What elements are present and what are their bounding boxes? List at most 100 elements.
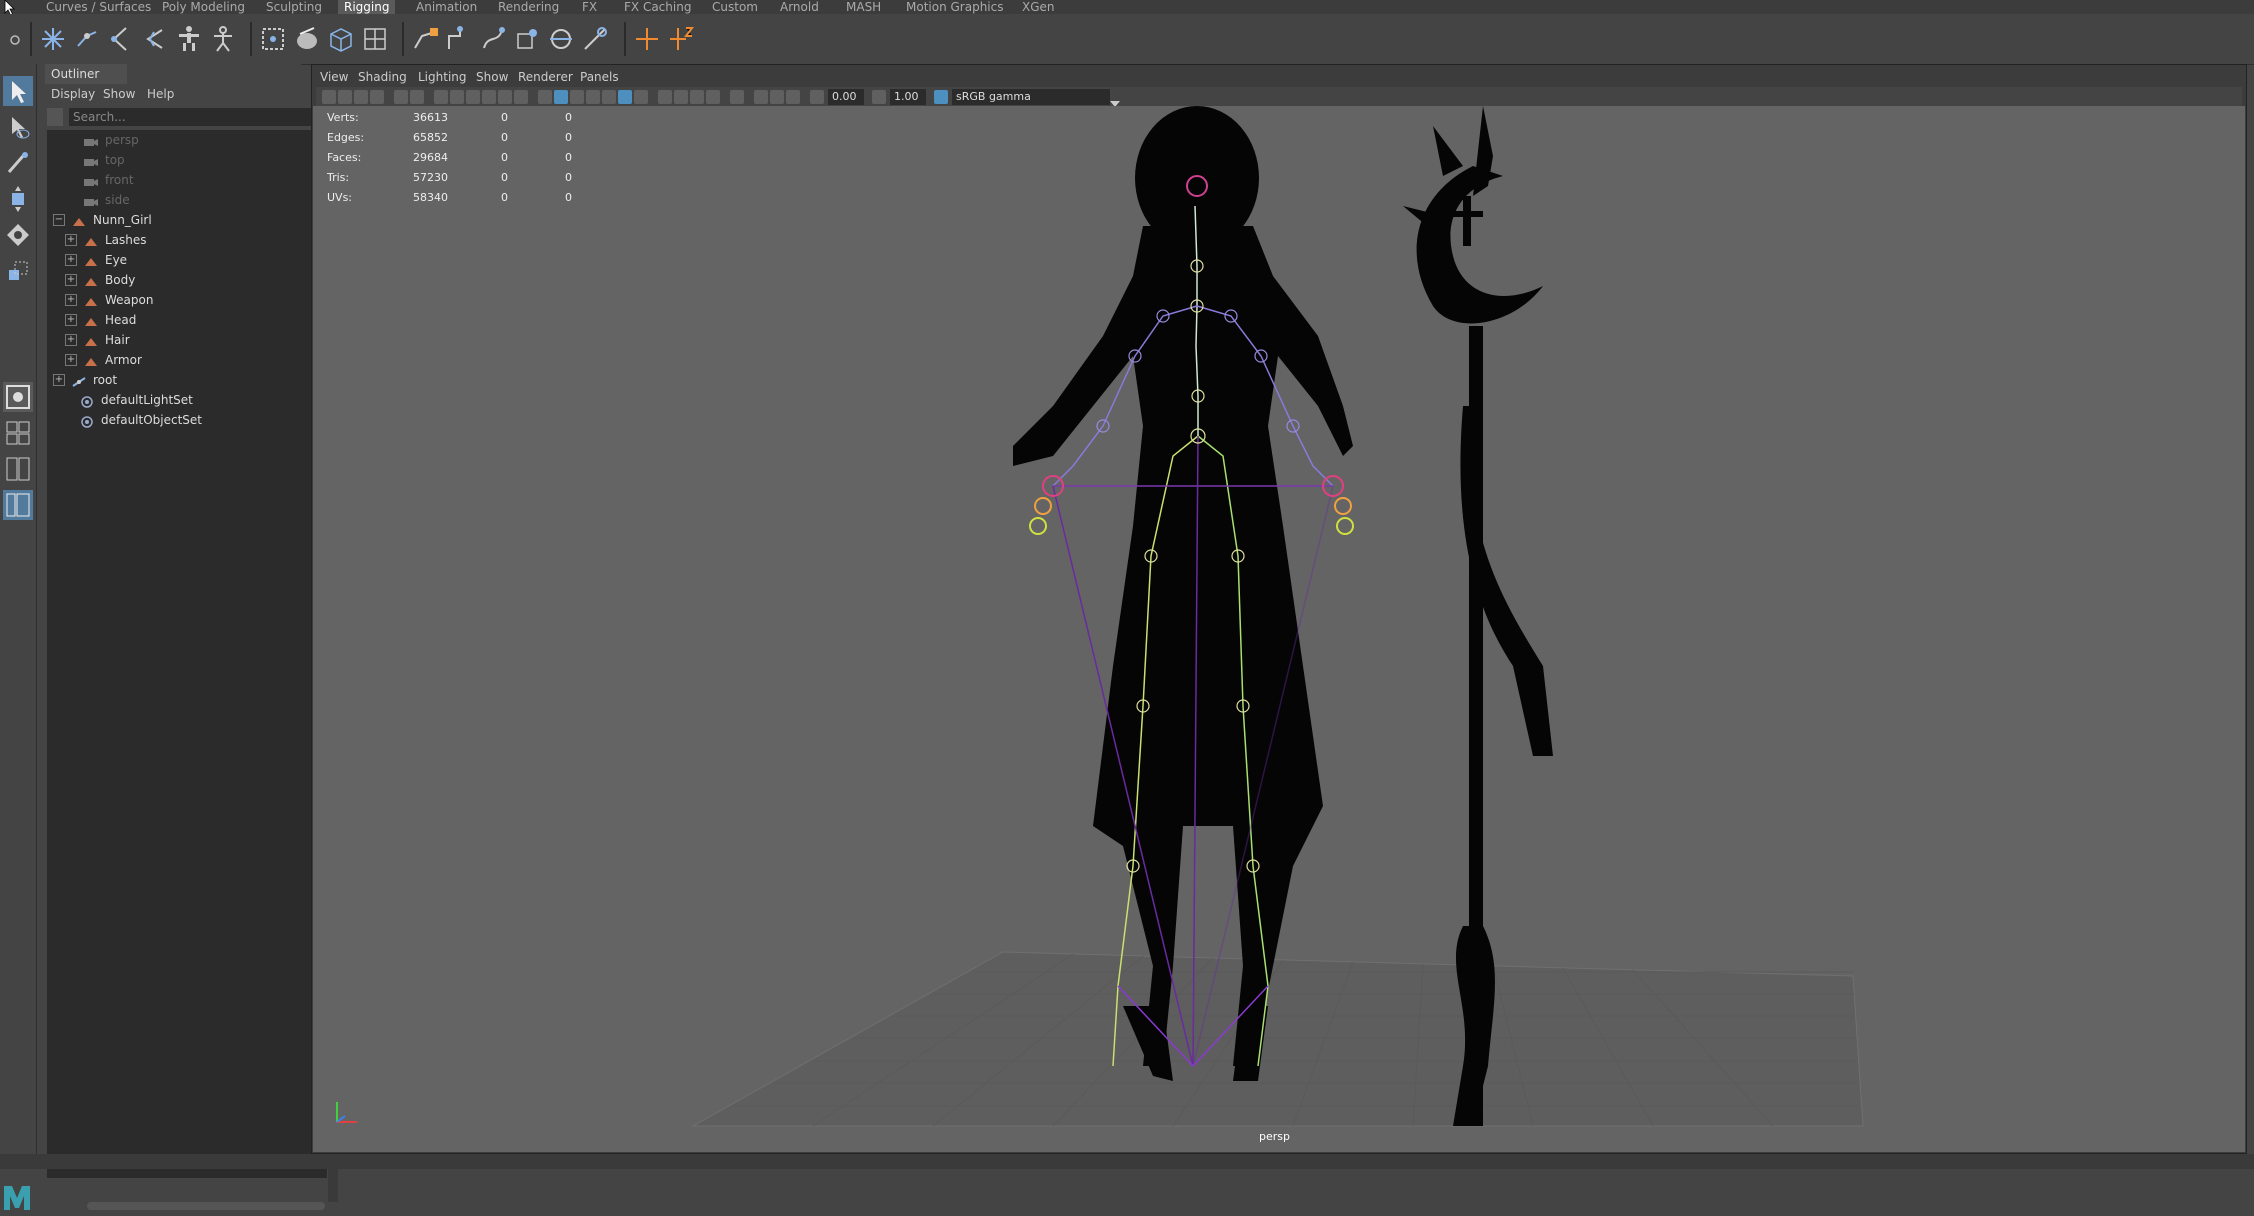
list-item[interactable]: + Weapon <box>65 290 153 310</box>
locator-icon[interactable] <box>632 24 662 54</box>
ik-handle-icon[interactable] <box>410 24 440 54</box>
grease-pencil-icon[interactable] <box>410 90 424 104</box>
viewport-menu-shading[interactable]: Shading <box>358 67 407 87</box>
parent-constraint-icon[interactable] <box>478 24 508 54</box>
mirror-joint-icon[interactable] <box>106 24 136 54</box>
outliner-horizontal-scrollbar[interactable] <box>87 1202 325 1210</box>
film-gate-icon[interactable] <box>450 90 464 104</box>
scale-tool-icon[interactable] <box>3 256 33 286</box>
viewport-menu-renderer[interactable]: Renderer <box>518 67 573 87</box>
expand-icon[interactable]: + <box>65 354 77 366</box>
list-item[interactable]: defaultLightSet <box>79 390 193 410</box>
create-joints-icon[interactable] <box>38 24 68 54</box>
paint-select-icon[interactable] <box>3 148 33 178</box>
shelf-tab-poly-modeling[interactable]: Poly Modeling <box>156 0 251 14</box>
textured-icon[interactable] <box>602 90 616 104</box>
default-material-icon[interactable] <box>570 90 584 104</box>
list-item[interactable]: + Body <box>65 270 135 290</box>
resolution-gate-icon[interactable] <box>466 90 480 104</box>
shadows-icon[interactable] <box>634 90 648 104</box>
safe-action-icon[interactable] <box>514 90 528 104</box>
outliner-menu-display[interactable]: Display <box>51 84 95 104</box>
field-chart-icon[interactable] <box>498 90 512 104</box>
smooth-shade-icon[interactable] <box>554 90 568 104</box>
two-d-pan-zoom-icon[interactable] <box>394 90 408 104</box>
color-management-icon[interactable] <box>934 90 948 104</box>
bind-skin-icon[interactable] <box>258 24 288 54</box>
shelf-tab-fx-caching[interactable]: FX Caching <box>618 0 697 14</box>
bookmark-icon[interactable] <box>354 90 368 104</box>
quick-rig-icon[interactable] <box>174 24 204 54</box>
expand-icon[interactable]: + <box>65 234 77 246</box>
wireframe-on-shaded-icon[interactable] <box>586 90 600 104</box>
color-space-chevron-down-icon[interactable] <box>1110 93 1120 107</box>
shelf-tab-fx[interactable]: FX <box>576 0 603 14</box>
shelf-tab-animation[interactable]: Animation <box>410 0 483 14</box>
exposure-icon[interactable] <box>810 90 824 104</box>
expand-icon[interactable]: + <box>65 274 77 286</box>
select-tool-icon[interactable] <box>3 76 33 106</box>
exposure-field[interactable]: 0.00 <box>828 89 864 105</box>
list-item[interactable]: + Armor <box>65 350 142 370</box>
list-item[interactable]: + Hair <box>65 330 130 350</box>
outliner-title[interactable]: Outliner <box>45 64 127 84</box>
screen-space-ao-icon[interactable] <box>658 90 672 104</box>
orient-constraint-icon[interactable] <box>546 24 576 54</box>
shelf-tab-arnold[interactable]: Arnold <box>774 0 825 14</box>
gamma-icon[interactable] <box>872 90 886 104</box>
lasso-tool-icon[interactable] <box>3 112 33 142</box>
cluster-icon[interactable] <box>360 24 390 54</box>
viewport-menu-view[interactable]: View <box>320 67 348 87</box>
list-item[interactable]: + Head <box>65 310 136 330</box>
shelf-tab-sculpting[interactable]: Sculpting <box>260 0 328 14</box>
expand-icon[interactable]: + <box>65 334 77 346</box>
list-item[interactable]: front <box>83 170 134 190</box>
list-item[interactable]: defaultObjectSet <box>79 410 202 430</box>
collapse-icon[interactable]: − <box>53 214 65 226</box>
single-view-layout-icon[interactable] <box>3 382 33 412</box>
expand-icon[interactable]: + <box>65 294 77 306</box>
aim-constraint-icon[interactable] <box>580 24 610 54</box>
time-slider-strip[interactable] <box>0 1154 2254 1169</box>
expand-icon[interactable]: + <box>65 254 77 266</box>
viewport-menu-panels[interactable]: Panels <box>580 67 619 87</box>
list-item[interactable]: + root <box>53 370 117 390</box>
ik-spline-icon[interactable] <box>444 24 474 54</box>
camera-attributes-icon[interactable] <box>338 90 352 104</box>
xray-joints-icon[interactable] <box>786 90 800 104</box>
isolate-select-icon[interactable] <box>730 90 744 104</box>
shelf-tab-xgen[interactable]: XGen <box>1016 0 1061 14</box>
anti-aliasing-icon[interactable] <box>690 90 704 104</box>
shelf-tab-rigging[interactable]: Rigging <box>338 0 396 14</box>
xray-icon[interactable] <box>754 90 768 104</box>
viewport-menu-lighting[interactable]: Lighting <box>418 67 467 87</box>
locator-constraint-icon[interactable] <box>666 24 696 54</box>
gate-mask-icon[interactable] <box>482 90 496 104</box>
wireframe-icon[interactable] <box>538 90 552 104</box>
motion-blur-icon[interactable] <box>674 90 688 104</box>
orient-joint-icon[interactable] <box>140 24 170 54</box>
human-ik-icon[interactable] <box>208 24 238 54</box>
outliner-menu-show[interactable]: Show <box>103 84 135 104</box>
perspective-viewport[interactable]: Verts: 36613 0 0 Edges: 65852 0 0 Faces:… <box>313 106 2245 1152</box>
select-camera-icon[interactable] <box>322 90 336 104</box>
lattice-icon[interactable] <box>326 24 356 54</box>
point-constraint-icon[interactable] <box>512 24 542 54</box>
viewport-menu-show[interactable]: Show <box>476 67 508 87</box>
image-plane-icon[interactable] <box>370 90 384 104</box>
move-tool-icon[interactable] <box>3 184 33 214</box>
color-space-dropdown[interactable]: sRGB gamma <box>952 89 1110 105</box>
shelf-tab-rendering[interactable]: Rendering <box>492 0 565 14</box>
insert-joint-icon[interactable] <box>72 24 102 54</box>
depth-of-field-icon[interactable] <box>706 90 720 104</box>
shelf-options-icon[interactable] <box>8 32 22 46</box>
list-item[interactable]: + Lashes <box>65 230 147 250</box>
shelf-tab-custom[interactable]: Custom <box>706 0 764 14</box>
grid-icon[interactable] <box>434 90 448 104</box>
list-item[interactable]: top <box>83 150 125 170</box>
outliner-search-input[interactable]: Search... <box>69 108 331 126</box>
list-item[interactable]: − Nunn_Girl <box>53 210 152 230</box>
two-view-layout-icon[interactable] <box>3 454 33 484</box>
shelf-tab-mash[interactable]: MASH <box>840 0 887 14</box>
shelf-tab-motion-graphics[interactable]: Motion Graphics <box>900 0 1010 14</box>
